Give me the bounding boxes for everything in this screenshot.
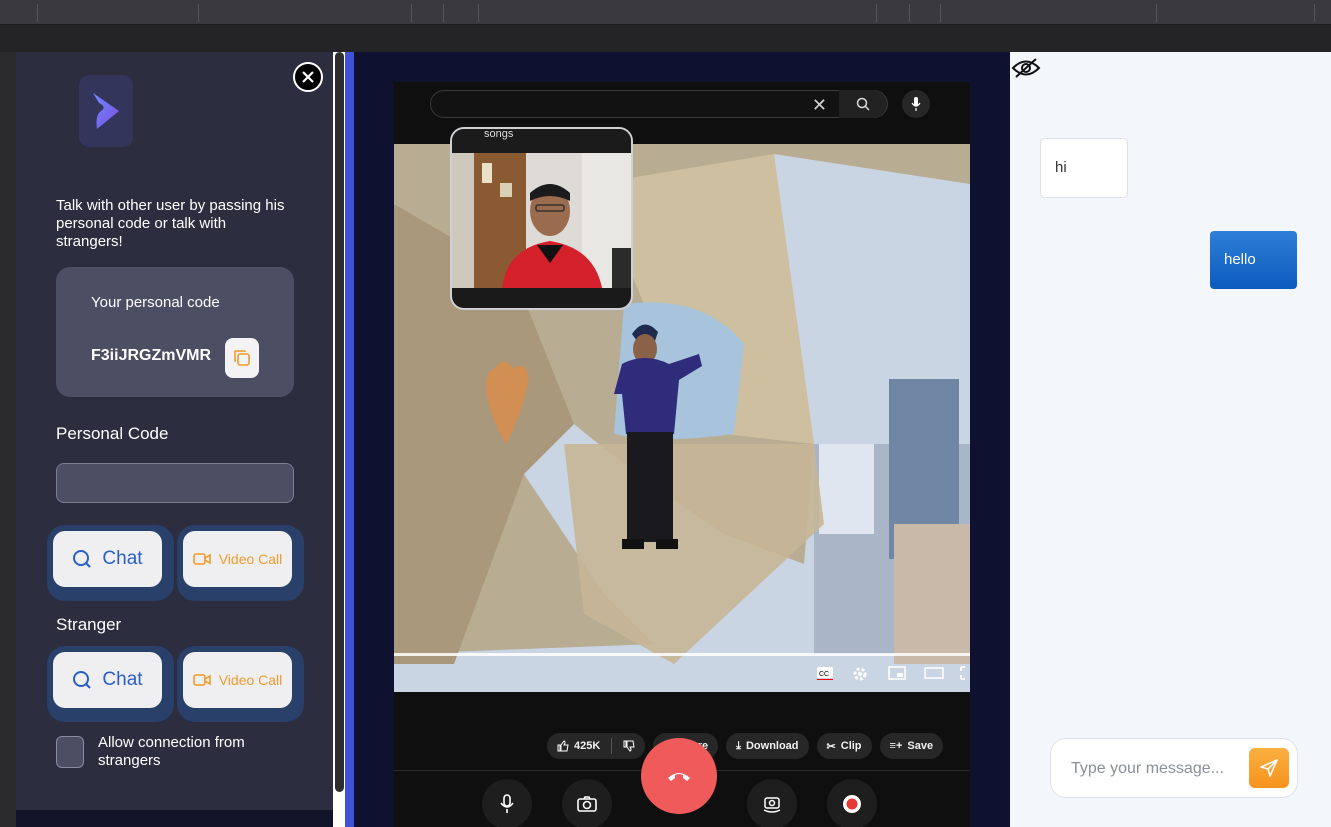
browser-toolbar: [0, 0, 1331, 25]
record-button[interactable]: [827, 779, 877, 827]
allow-strangers-label: Allow connection from strangers: [98, 734, 245, 769]
switch-camera-button[interactable]: [747, 779, 797, 827]
send-icon: [1260, 759, 1278, 777]
sidebar-scrollbar-thumb[interactable]: [335, 52, 344, 792]
playlist-add-icon: ≡+: [889, 740, 903, 752]
like-pill: 425K: [547, 733, 646, 759]
camera-icon: [577, 796, 597, 812]
toolbar-divider: [876, 4, 877, 22]
video-camera-icon: [192, 674, 211, 686]
likes-count: 425K: [574, 740, 601, 752]
record-icon: [843, 795, 861, 813]
message-input[interactable]: Type your message...: [1071, 760, 1224, 778]
personal-chat-button[interactable]: Chat: [53, 531, 162, 587]
video-area: ✕ CC songs 425K ⤓ Download ✂ Clip ≡+ Sav…: [354, 52, 1010, 827]
personal-video-call-button[interactable]: Video Call: [183, 531, 292, 587]
browser-band: [0, 25, 1331, 52]
copy-code-button[interactable]: [225, 338, 259, 378]
pip-search-text: songs: [452, 129, 631, 153]
personal-code-heading: Personal Code: [56, 424, 169, 443]
message-composer: Type your message...: [1050, 738, 1298, 798]
divider-strip: [345, 52, 354, 827]
chat-panel: hi hello Type your message...: [1010, 52, 1331, 827]
video-camera-icon: [192, 553, 211, 565]
video-call-label: Video Call: [218, 672, 283, 688]
personal-code-value: F3iiJRGZmVMR: [91, 347, 212, 364]
eye-off-icon: [1011, 58, 1041, 78]
toolbar-divider: [411, 4, 412, 22]
svg-text:CC: CC: [819, 671, 829, 678]
stranger-chat-button-wrap: Chat: [47, 646, 174, 722]
camera-button[interactable]: [562, 779, 612, 827]
hide-chat-button[interactable]: [1010, 54, 1042, 82]
phone-hangup-icon: [668, 773, 690, 781]
local-video-preview[interactable]: songs: [450, 127, 633, 310]
incoming-message: hi: [1040, 138, 1128, 198]
video-call-label: Video Call: [218, 551, 283, 567]
toolbar-divider: [37, 4, 38, 22]
switch-camera-icon: [763, 797, 781, 813]
chat-label: Chat: [102, 548, 143, 569]
cc-icon: CC: [816, 666, 834, 684]
allow-strangers-checkbox[interactable]: [56, 736, 84, 768]
clip-pill: ✂ Clip: [816, 733, 872, 759]
sidebar: Talk with other user by passing his pers…: [16, 52, 333, 810]
download-icon: ⤓: [736, 739, 741, 752]
chat-button-wrap: Chat: [47, 525, 174, 601]
stranger-video-call-button[interactable]: Video Call: [183, 652, 292, 708]
search-icon: [856, 97, 870, 111]
chat-label: Chat: [102, 669, 143, 690]
fullscreen-icon: [960, 666, 970, 684]
toolbar-divider: [1156, 4, 1157, 22]
mic-button[interactable]: [482, 779, 532, 827]
save-pill: ≡+ Save: [879, 733, 944, 759]
stranger-chat-button[interactable]: Chat: [53, 652, 162, 708]
remote-video: ✕ CC songs 425K ⤓ Download ✂ Clip ≡+ Sav…: [394, 82, 970, 827]
shared-search-bar: ✕: [430, 90, 888, 118]
personal-code-input[interactable]: [56, 463, 294, 503]
send-button[interactable]: [1249, 748, 1289, 788]
close-icon: [302, 71, 314, 83]
personal-code-card: Your personal code F3iiJRGZmVMR: [56, 267, 294, 397]
toolbar-divider: [198, 4, 199, 22]
personal-code-label: Your personal code: [91, 294, 220, 311]
outgoing-message: hello: [1210, 231, 1297, 289]
video-action-pills: 425K ➦ Share ⤓ Download ✂ Clip ≡+ Save: [547, 733, 944, 759]
download-label: Download: [745, 740, 799, 752]
toolbar-divider: [1314, 4, 1315, 22]
sidebar-footer: [16, 810, 333, 827]
video-call-button-wrap: Video Call: [177, 525, 304, 601]
hang-up-button[interactable]: [641, 738, 717, 814]
video-progress-bar: [394, 653, 970, 656]
stranger-heading: Stranger: [56, 615, 122, 634]
scissors-icon: ✂: [826, 740, 836, 753]
shared-mic-icon: [902, 90, 930, 118]
mic-icon: [500, 794, 514, 813]
chat-icon: [73, 671, 92, 689]
close-button[interactable]: [293, 62, 323, 92]
thumbs-down-icon: [623, 740, 635, 752]
theater-icon: [924, 666, 944, 684]
toolbar-divider: [443, 4, 444, 22]
miniplayer-icon: [888, 666, 906, 684]
thumbs-up-icon: [557, 740, 569, 752]
clip-label: Clip: [840, 740, 862, 752]
toolbar-divider: [909, 4, 910, 22]
toolbar-divider: [478, 4, 479, 22]
gear-icon: [852, 666, 868, 684]
download-pill: ⤓ Download: [726, 733, 809, 759]
search-button: [839, 90, 887, 118]
copy-icon: [234, 350, 250, 366]
intro-text: Talk with other user by passing his pers…: [56, 197, 285, 250]
toolbar-divider: [940, 4, 941, 22]
logo-icon: [79, 75, 133, 147]
stranger-video-call-button-wrap: Video Call: [177, 646, 304, 722]
chat-icon: [73, 550, 92, 568]
save-label: Save: [907, 740, 934, 752]
clear-icon: ✕: [811, 95, 827, 115]
